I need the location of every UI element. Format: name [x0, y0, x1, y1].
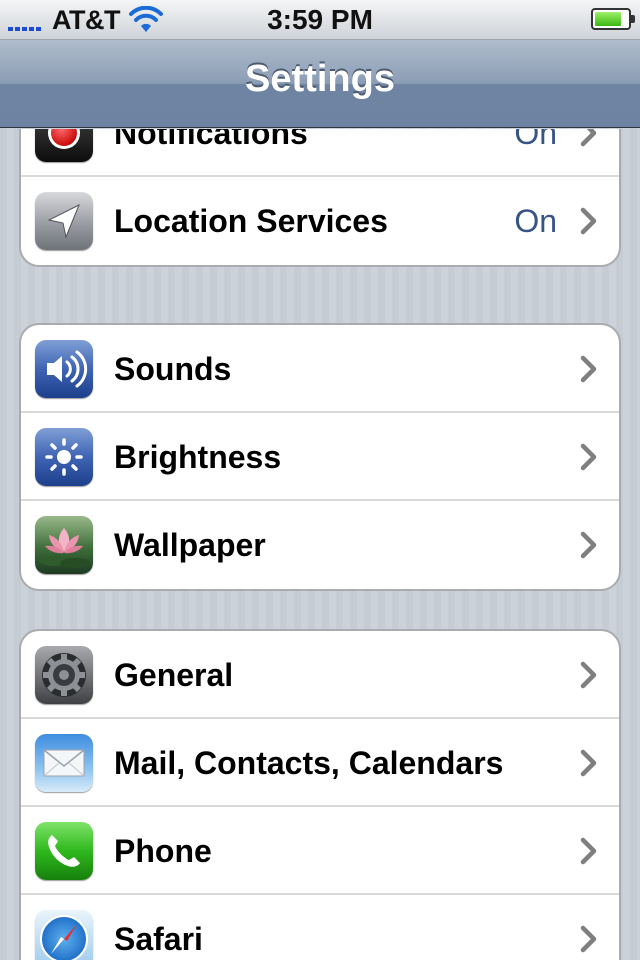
battery-icon [591, 8, 635, 30]
battery-level [595, 12, 621, 26]
settings-list[interactable]: Notifications On Location Services On So… [0, 129, 640, 960]
settings-row-value: On [514, 203, 557, 239]
chevron-right-icon [580, 925, 597, 953]
settings-row-label: Notifications [114, 129, 308, 151]
chevron-right-icon [580, 355, 597, 383]
chevron-right-icon [580, 837, 597, 865]
settings-row-label: Mail, Contacts, Calendars [114, 745, 504, 781]
chevron-right-icon [580, 661, 597, 689]
chevron-right-icon [580, 443, 597, 471]
settings-row-general[interactable]: General [21, 631, 619, 719]
settings-row-notifications[interactable]: Notifications On [21, 129, 619, 177]
settings-row-wallpaper[interactable]: Wallpaper [21, 501, 619, 589]
flower-icon [35, 516, 93, 574]
sun-icon [35, 428, 93, 486]
settings-row-safari[interactable]: Safari [21, 895, 619, 960]
phone-handset-icon [35, 822, 93, 880]
speaker-icon [35, 340, 93, 398]
gear-icon [35, 646, 93, 704]
settings-group-1: Notifications On Location Services On [19, 129, 621, 267]
settings-row-value: On [514, 129, 557, 151]
settings-row-phone[interactable]: Phone [21, 807, 619, 895]
notifications-icon [35, 129, 93, 162]
settings-row-mail-contacts-calendars[interactable]: Mail, Contacts, Calendars [21, 719, 619, 807]
status-bar: AT&T 3:59 PM [0, 0, 640, 40]
settings-row-label: Sounds [114, 351, 232, 387]
page-title: Settings [245, 58, 395, 100]
chevron-right-icon [580, 531, 597, 559]
settings-row-brightness[interactable]: Brightness [21, 413, 619, 501]
settings-row-label: Safari [114, 921, 203, 957]
settings-row-sounds[interactable]: Sounds [21, 325, 619, 413]
settings-group-3: General Mail, Contacts, Calendars Phone … [19, 629, 621, 960]
navigation-bar: Settings [0, 40, 640, 128]
compass-icon [35, 910, 93, 960]
location-arrow-icon [35, 192, 93, 250]
settings-row-label: Brightness [114, 439, 282, 475]
envelope-icon [35, 734, 93, 792]
settings-row-location-services[interactable]: Location Services On [21, 177, 619, 265]
settings-row-label: Location Services [114, 203, 388, 239]
status-time: 3:59 PM [267, 4, 373, 35]
settings-row-label: General [114, 657, 234, 693]
settings-row-label: Wallpaper [114, 527, 266, 563]
settings-group-2: Sounds Brightness Wallpaper [19, 323, 621, 591]
chevron-right-icon [580, 207, 597, 235]
chevron-right-icon [580, 749, 597, 777]
settings-row-label: Phone [114, 833, 212, 869]
chevron-right-icon [580, 129, 597, 147]
